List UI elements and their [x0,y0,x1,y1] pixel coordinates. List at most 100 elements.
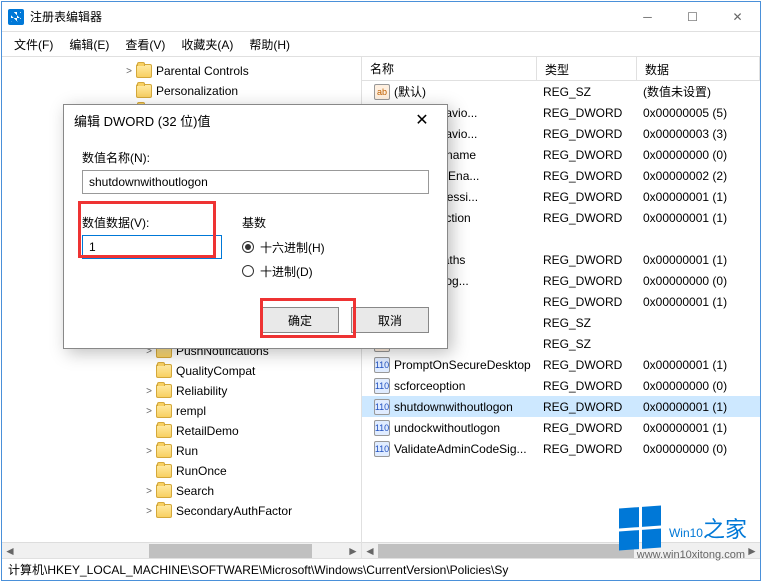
tree-item[interactable]: RetailDemo [2,421,361,441]
radio-dec[interactable]: 十进制(D) [242,259,325,283]
tree-item[interactable]: > SecondaryAuthFactor [2,501,361,521]
value-type-icon: 110 [374,420,390,436]
dialog-title: 编辑 DWORD (32 位)值 [74,111,407,130]
dialog-close-icon[interactable]: ✕ [407,110,437,130]
value-type-icon: 110 [374,399,390,415]
list-header: 名称 类型 数据 [362,57,760,81]
cancel-button[interactable]: 取消 [351,307,429,333]
folder-icon [156,484,172,498]
folder-icon [156,424,172,438]
minimize-button[interactable]: ─ [625,2,670,31]
expand-icon[interactable]: > [142,486,156,497]
menu-favorites[interactable]: 收藏夹(A) [173,34,241,55]
maximize-button[interactable]: ☐ [670,2,715,31]
value-type: REG_DWORD [537,274,637,288]
value-type: REG_SZ [537,316,637,330]
table-row[interactable]: 110 undockwithoutlogon REG_DWORD 0x000000… [362,417,760,438]
data-input[interactable] [82,235,222,259]
menu-file[interactable]: 文件(F) [6,34,61,55]
tree-item[interactable]: >Reliability [2,381,361,401]
value-data: 0x00000001 (1) [637,421,760,435]
edit-dword-dialog: 编辑 DWORD (32 位)值 ✕ 数值名称(N): 数值数据(V): 基数 … [63,104,448,349]
col-type[interactable]: 类型 [537,57,637,80]
folder-icon [156,384,172,398]
folder-icon [136,64,152,78]
menu-help[interactable]: 帮助(H) [241,34,298,55]
expand-icon[interactable]: > [142,386,156,397]
radio-hex[interactable]: 十六进制(H) [242,235,325,259]
value-data: (数值未设置) [637,83,760,100]
windows-logo-icon [619,506,661,551]
tree-item[interactable]: QualityCompat [2,361,361,381]
scroll-left-icon[interactable]: ◄ [2,544,18,558]
menu-edit[interactable]: 编辑(E) [61,34,117,55]
value-name: undockwithoutlogon [394,421,500,435]
menubar: 文件(F) 编辑(E) 查看(V) 收藏夹(A) 帮助(H) [2,32,760,56]
col-name[interactable]: 名称 [362,57,537,80]
close-button[interactable]: ✕ [715,2,760,31]
value-data: 0x00000001 (1) [637,253,760,267]
value-type-icon: 110 [374,378,390,394]
value-type: REG_DWORD [537,106,637,120]
name-input[interactable] [82,170,429,194]
folder-icon [136,84,152,98]
expand-icon[interactable]: > [142,506,156,517]
tree-item[interactable]: > Parental Controls [2,61,361,81]
app-icon [8,9,24,25]
value-data: 0x00000005 (5) [637,106,760,120]
tree-label: SecondaryAuthFactor [176,504,292,518]
tree-item[interactable]: >Run [2,441,361,461]
tree-item[interactable]: RunOnce [2,461,361,481]
value-name: ValidateAdminCodeSig... [394,442,527,456]
tree-label: rempl [176,404,206,418]
scroll-right-icon[interactable]: ► [345,544,361,558]
value-type: REG_SZ [537,85,637,99]
expand-icon[interactable]: > [122,66,136,77]
tree-label: Parental Controls [156,64,249,78]
value-type-icon: 110 [374,441,390,457]
value-type: REG_DWORD [537,442,637,456]
value-data: 0x00000000 (0) [637,442,760,456]
scroll-left-icon[interactable]: ◄ [362,544,378,558]
base-label: 基数 [242,214,325,231]
tree-item[interactable]: Personalization [2,81,361,101]
table-row[interactable]: 110shutdownwithoutlogon REG_DWORD 0x0000… [362,396,760,417]
value-name: (默认) [394,83,426,100]
expand-icon[interactable]: > [142,446,156,457]
menu-view[interactable]: 查看(V) [117,34,173,55]
tree-label: Personalization [156,84,238,98]
value-data: 0x00000001 (1) [637,190,760,204]
col-data[interactable]: 数据 [637,57,760,80]
ok-button[interactable]: 确定 [261,307,339,333]
expand-icon[interactable]: > [142,406,156,417]
window-title: 注册表编辑器 [30,8,625,25]
value-type: REG_DWORD [537,190,637,204]
value-type: REG_SZ [537,337,637,351]
value-data: 0x00000001 (1) [637,358,760,372]
value-type: REG_DWORD [537,421,637,435]
folder-icon [156,444,172,458]
value-data: 0x00000001 (1) [637,211,760,225]
table-row[interactable]: 110 ValidateAdminCodeSig... REG_DWORD 0x0… [362,438,760,459]
value-name: PromptOnSecureDesktop [394,358,531,372]
watermark-url: www.win10xitong.com [637,549,745,561]
table-row[interactable]: 110scforceoption REG_DWORD 0x00000000 (0… [362,375,760,396]
statusbar: 计算机\HKEY_LOCAL_MACHINE\SOFTWARE\Microsof… [2,558,760,580]
tree-item[interactable]: >Search [2,481,361,501]
value-data: 0x00000000 (0) [637,379,760,393]
folder-icon [156,504,172,518]
value-type-icon: ab [374,84,390,100]
data-label: 数值数据(V): [82,214,222,231]
value-data: 0x00000001 (1) [637,295,760,309]
value-type: REG_DWORD [537,169,637,183]
folder-icon [156,464,172,478]
tree-label: RunOnce [176,464,227,478]
value-data: 0x00000002 (2) [637,169,760,183]
value-data: 0x00000001 (1) [637,400,760,414]
folder-icon [156,404,172,418]
value-name: shutdownwithoutlogon [394,400,513,414]
table-row[interactable]: ab(默认) REG_SZ (数值未设置) [362,81,760,102]
table-row[interactable]: 110PromptOnSecureDesktop REG_DWORD 0x000… [362,354,760,375]
value-data: 0x00000000 (0) [637,274,760,288]
tree-item[interactable]: > rempl [2,401,361,421]
